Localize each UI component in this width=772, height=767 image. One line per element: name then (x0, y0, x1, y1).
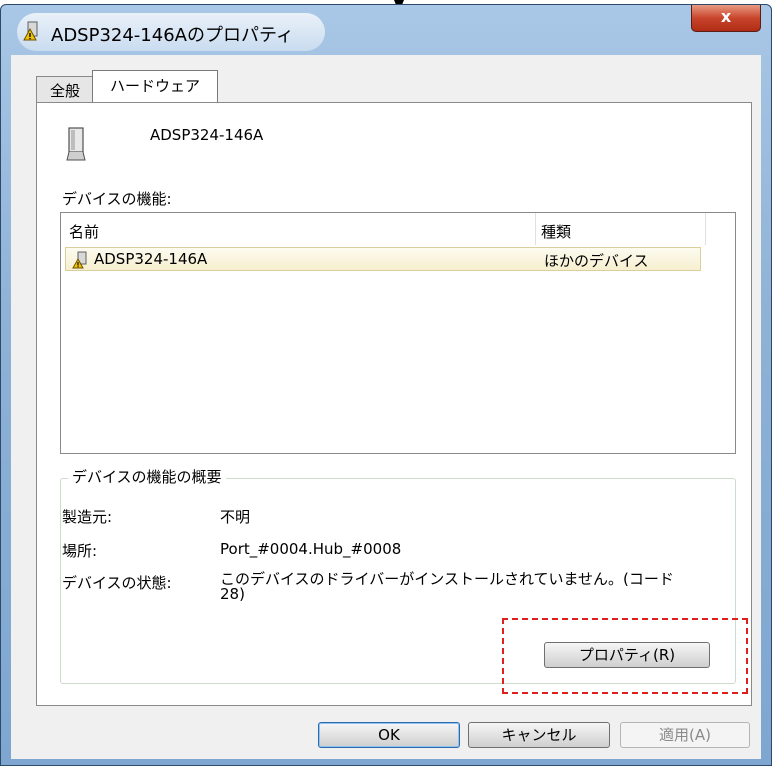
manufacturer-label: 製造元: (62, 508, 113, 526)
column-header-name[interactable]: 名前 (69, 221, 99, 242)
warning-device-icon (23, 21, 38, 41)
list-item[interactable]: ADSP324-146A ほかのデバイス (65, 247, 701, 271)
column-header-type[interactable]: 種類 (541, 221, 571, 242)
list-header: 名前 種類 (61, 213, 735, 245)
title-bar[interactable]: ADSP324-146Aのプロパティ x (1, 5, 771, 55)
device-name: ADSP324-146A (150, 126, 264, 144)
list-item-name: ADSP324-146A (94, 250, 208, 268)
properties-button[interactable]: プロパティ(R) (544, 642, 710, 668)
window-title: ADSP324-146Aのプロパティ (51, 25, 294, 46)
device-status-line-2: 28) (220, 585, 245, 603)
tab-general[interactable]: 全般 (36, 76, 94, 103)
device-status-line-1: このデバイスのドライバーがインストールされていません。(コード (220, 570, 674, 588)
device-status-value: このデバイスのドライバーがインストールされていません。(コード 28) (220, 572, 720, 602)
column-divider[interactable] (705, 213, 706, 245)
manufacturer-value: 不明 (220, 508, 251, 526)
column-divider[interactable] (535, 213, 536, 245)
device-status-label: デバイスの状態: (62, 574, 172, 592)
ok-button[interactable]: OK (318, 722, 460, 748)
close-button[interactable]: x (691, 5, 761, 32)
summary-group-title: デバイスの機能の概要 (68, 466, 226, 487)
device-functions-label: デバイスの機能: (62, 190, 172, 208)
cancel-button[interactable]: キャンセル (468, 722, 610, 748)
list-item-type: ほかのデバイス (544, 252, 649, 270)
device-icon (66, 127, 86, 161)
device-functions-list[interactable]: 名前 種類 ADSP324-146A ほかのデバイス (60, 212, 736, 454)
location-value: Port_#0004.Hub_#0008 (220, 540, 402, 558)
location-label: 場所: (62, 542, 98, 560)
tab-hardware[interactable]: ハードウェア (92, 70, 218, 104)
apply-button[interactable]: 適用(A) (620, 722, 750, 748)
warning-device-icon (72, 251, 87, 269)
